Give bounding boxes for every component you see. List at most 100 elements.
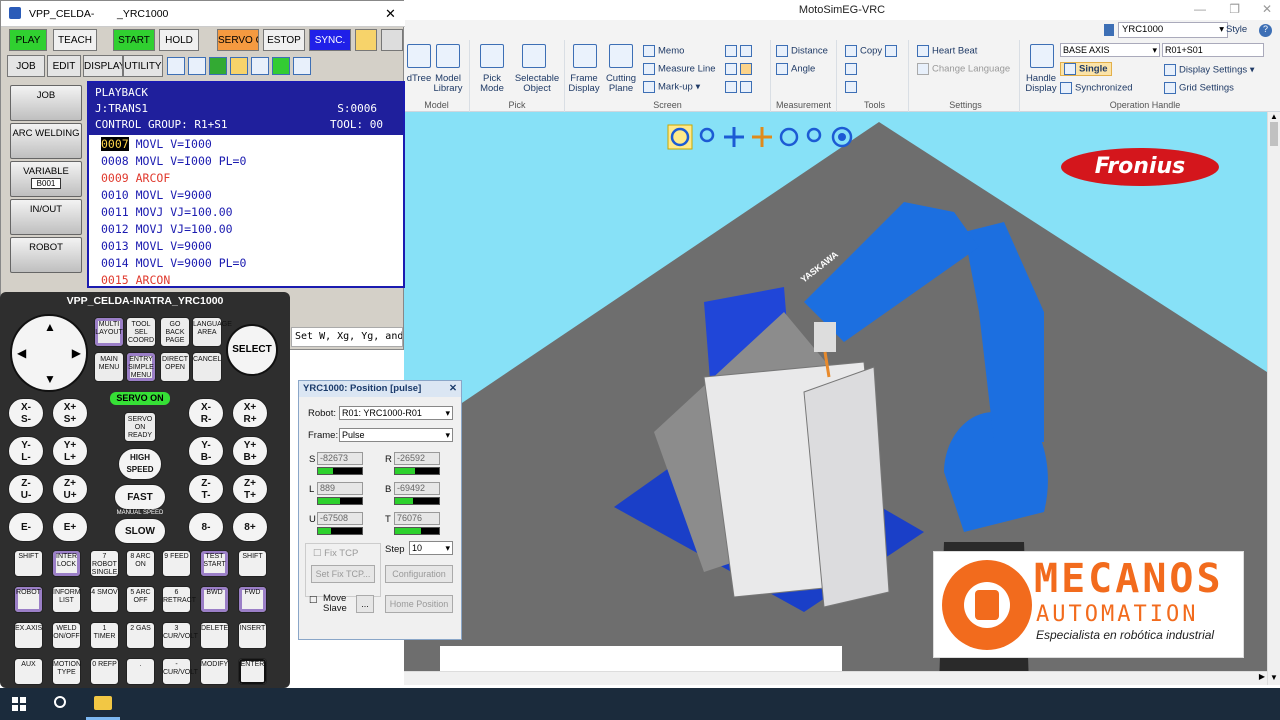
axis-value-u[interactable]: -67508 (317, 512, 363, 525)
teach-button[interactable]: TEACH (53, 29, 97, 51)
trash-icon[interactable] (381, 29, 403, 51)
file-explorer-icon[interactable] (94, 696, 112, 710)
key-4[interactable]: 4 SMOV (90, 586, 119, 613)
play-button[interactable]: PLAY (9, 29, 47, 51)
base-axis-select[interactable]: BASE AXIS ▾ (1060, 43, 1160, 57)
side-inout-button[interactable]: IN/OUT (10, 199, 82, 235)
sync-button[interactable]: SYNC. (309, 29, 351, 51)
select-key[interactable]: SELECT (226, 324, 278, 376)
close-icon[interactable]: ✕ (449, 381, 457, 397)
direct-open-key[interactable]: DIRECT OPEN (160, 352, 190, 382)
change-language-button[interactable]: Change Language (917, 63, 1010, 75)
cursor-dpad[interactable]: ▲ ▼ ◀ ▶ (10, 314, 88, 392)
code-line[interactable]: 0014 MOVL V=9000 PL=0 (101, 256, 246, 270)
axis-value-r[interactable]: -26592 (394, 452, 440, 465)
step-select[interactable]: 10 (409, 541, 453, 555)
tool-button-3[interactable] (845, 81, 860, 93)
restore-icon[interactable]: ❐ (1229, 2, 1240, 16)
code-line[interactable]: 0015 ARCON (101, 273, 170, 287)
view-icons-2[interactable] (725, 63, 755, 75)
shift-right-key[interactable]: SHIFT (238, 550, 267, 577)
side-job-button[interactable]: JOB (10, 85, 82, 121)
test-start-key[interactable]: TEST START (200, 550, 229, 577)
key-9[interactable]: 9 FEED (162, 550, 191, 577)
cutting-plane-button[interactable]: Cutting Plane (601, 74, 641, 94)
controller-select[interactable]: YRC1000 ▾ (1118, 22, 1228, 38)
axis-key-z-minus[interactable]: Z- U- (8, 474, 44, 504)
side-robot-button[interactable]: ROBOT (10, 237, 82, 273)
frame-select[interactable]: Pulse (339, 428, 453, 442)
motion-type-key[interactable]: MOTION TYPE (52, 658, 81, 685)
fwd-key[interactable]: FWD (238, 586, 267, 613)
side-arc-welding-button[interactable]: ARC WELDING (10, 123, 82, 159)
configuration-button[interactable]: Configuration (385, 565, 453, 583)
axis-key-rz-minus[interactable]: Z- T- (188, 474, 224, 504)
axis-value-t[interactable]: 76076 (394, 512, 440, 525)
axis-key-x-minus[interactable]: X- S- (8, 398, 44, 428)
measure-line-button[interactable]: Measure Line (643, 63, 716, 75)
start-button[interactable]: START (113, 29, 155, 51)
minimize-icon[interactable]: — (1194, 2, 1206, 16)
close-icon[interactable]: ✕ (1262, 2, 1272, 16)
key-minus[interactable]: - CUR/VOLT (162, 658, 198, 685)
axis-key-z-plus[interactable]: Z+ U+ (52, 474, 88, 504)
code-line[interactable]: 0007 MOVL V=I000 (101, 137, 212, 151)
main-menu-key[interactable]: MAIN MENU (94, 352, 124, 382)
fix-tcp-checkbox[interactable]: ☐ Fix TCP (313, 548, 358, 559)
display-settings-button[interactable]: Display Settings ▾ (1164, 64, 1255, 76)
frame-display-button[interactable]: Frame Display (565, 74, 603, 94)
windows-start-icon[interactable] (12, 697, 26, 711)
hold-button[interactable]: HOLD (159, 29, 199, 51)
scroll-thumb[interactable] (1270, 122, 1278, 146)
menu-edit[interactable]: EDIT (47, 55, 81, 77)
pick-mode-button[interactable]: Pick Mode (472, 74, 512, 94)
key-5[interactable]: 5 ARC OFF (126, 586, 155, 613)
shift-left-key[interactable]: SHIFT (14, 550, 43, 577)
axis-key-e-minus[interactable]: E- (8, 512, 44, 542)
menu-display[interactable]: DISPLAY (83, 55, 123, 77)
close-icon[interactable]: ✕ (385, 6, 396, 22)
side-variable-button[interactable]: VARIABLE B001 (10, 161, 82, 197)
axis-key-rx-plus[interactable]: X+ R+ (232, 398, 268, 428)
axis-value-b[interactable]: -69492 (394, 482, 440, 495)
scroll-right-icon[interactable]: ▶ (1259, 672, 1265, 681)
axis-key-y-plus[interactable]: Y+ L+ (52, 436, 88, 466)
slow-key[interactable]: SLOW (114, 518, 166, 544)
view-icons-3[interactable] (725, 81, 755, 93)
estop-button[interactable]: ESTOP (263, 29, 305, 51)
single-button[interactable]: Single (1060, 62, 1112, 76)
key-dot[interactable]: . (126, 658, 155, 685)
enter-key[interactable]: ENTER (238, 658, 267, 685)
view-icons[interactable] (725, 45, 755, 57)
synchronized-button[interactable]: Synchronized (1060, 82, 1133, 94)
axis-key-e-plus[interactable]: E+ (52, 512, 88, 542)
axis-value-s[interactable]: -82673 (317, 452, 363, 465)
code-line[interactable]: 0012 MOVJ VJ=100.00 (101, 222, 233, 236)
code-line[interactable]: 0009 ARCOF (101, 171, 170, 185)
style-menu[interactable]: Style (1226, 24, 1247, 35)
set-fix-tcp-button[interactable]: Set Fix TCP... (311, 565, 375, 583)
axis-key-rz-plus[interactable]: Z+ T+ (232, 474, 268, 504)
tool-button-2[interactable] (845, 63, 860, 75)
axis-key-x-plus[interactable]: X+ S+ (52, 398, 88, 428)
inform-list-key[interactable]: INFORM LIST (52, 586, 81, 613)
simple-menu-key[interactable]: ENTRY SIMPLE MENU (126, 352, 156, 382)
key-8[interactable]: 8 ARC ON (126, 550, 155, 577)
axis-key-ry-minus[interactable]: Y- B- (188, 436, 224, 466)
robot-key[interactable]: ROBOT (14, 586, 43, 613)
code-line[interactable]: 0008 MOVL V=I000 PL=0 (101, 154, 246, 168)
fast-key[interactable]: FAST (114, 484, 166, 510)
high-speed-key[interactable]: HIGH SPEED (118, 448, 162, 480)
code-line[interactable]: 0011 MOVJ VJ=100.00 (101, 205, 233, 219)
weld-onoff-key[interactable]: WELD ON/OFF (52, 622, 81, 649)
layout-key[interactable]: MULTI LAYOUT (94, 317, 124, 347)
interlock-key[interactable]: INTER LOCK (52, 550, 81, 577)
program-screen[interactable]: PLAYBACK J:TRANS1 S:0006 CONTROL GROUP: R… (87, 81, 405, 288)
viewport-hscrollbar[interactable]: ▶ (404, 671, 1267, 685)
servo-ready-key[interactable]: SERVO ON READY (124, 412, 156, 442)
handle-display-button[interactable]: Handle Display (1022, 74, 1060, 94)
view-toolbar[interactable] (667, 124, 853, 150)
group-select[interactable]: R01+S01 (1162, 43, 1264, 57)
axis-key-ry-plus[interactable]: Y+ B+ (232, 436, 268, 466)
key-2[interactable]: 2 GAS (126, 622, 155, 649)
